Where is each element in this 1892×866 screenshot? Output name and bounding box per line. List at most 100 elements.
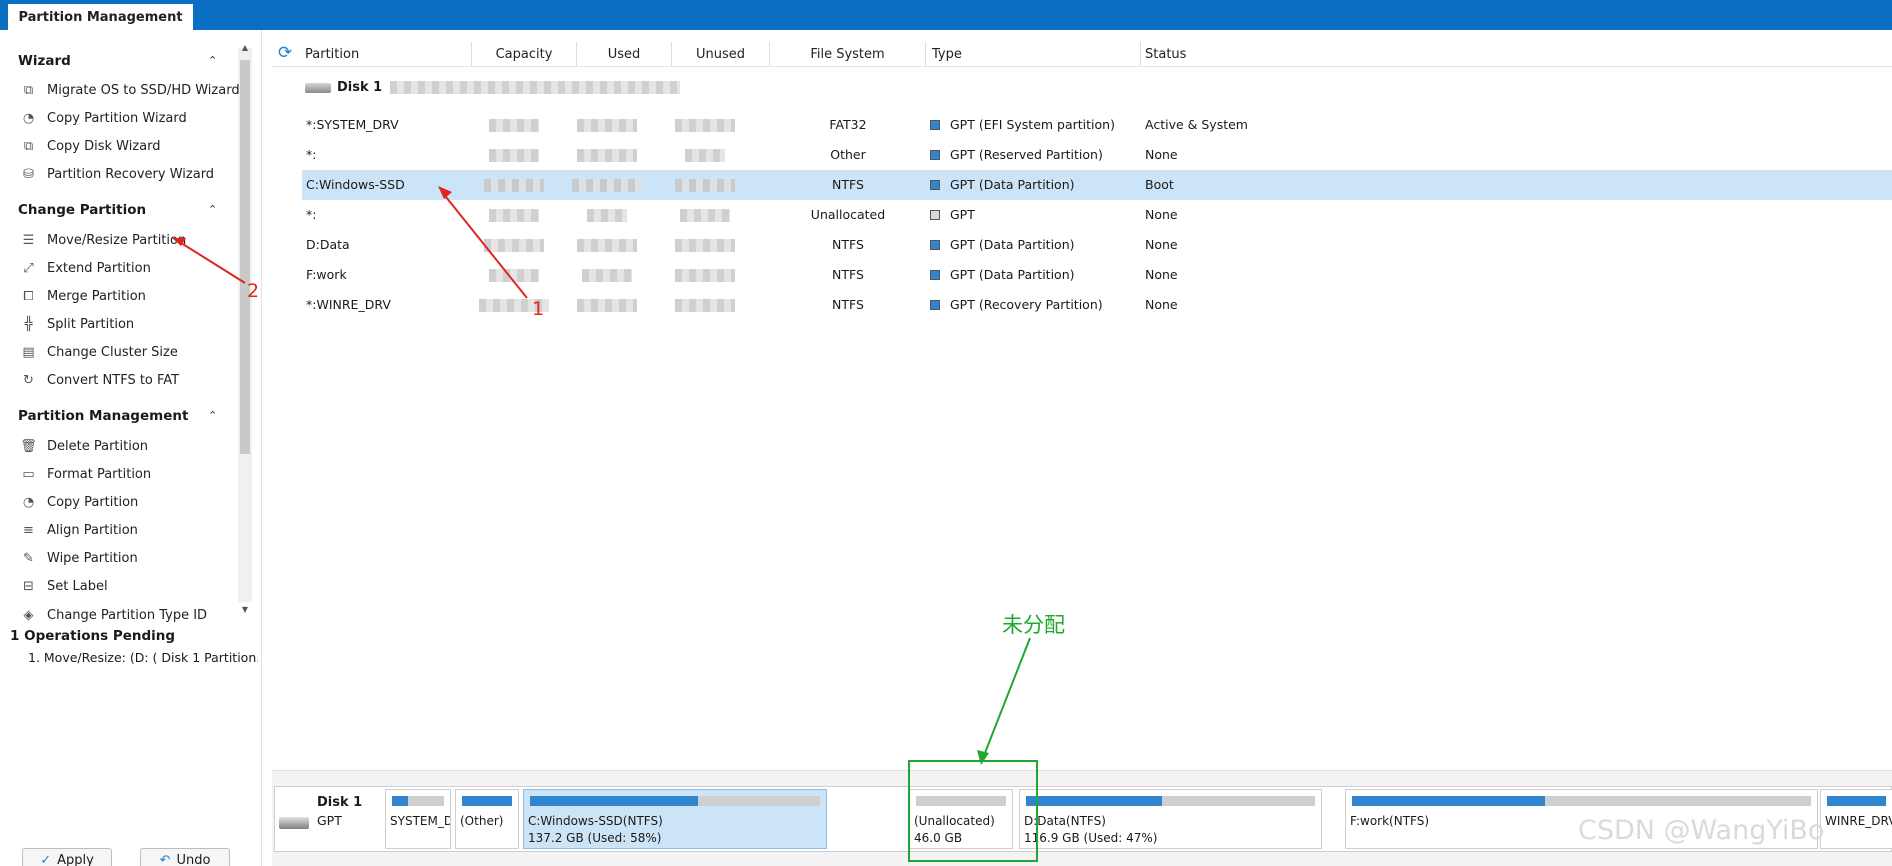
cell-type: GPT (Recovery Partition) xyxy=(930,290,1103,320)
table-row[interactable]: F:work NTFS GPT (Data Partition) None xyxy=(302,260,1892,290)
sidebar-item-copy-partition-wizard[interactable]: ◔ Copy Partition Wizard xyxy=(20,108,187,128)
column-capacity[interactable]: Capacity xyxy=(472,42,577,66)
sidebar-item-copy-partition[interactable]: ◔ Copy Partition xyxy=(20,492,138,512)
sidebar-item-convert-ntfs[interactable]: ↻ Convert NTFS to FAT xyxy=(20,370,179,390)
section-wizard-title: Wizard xyxy=(18,53,71,69)
cell-file-system: FAT32 xyxy=(829,117,867,132)
table-row[interactable]: *: Other GPT (Reserved Partition) None xyxy=(302,140,1892,170)
partition-color-icon xyxy=(930,120,940,130)
header-divider xyxy=(272,66,1892,67)
sidebar-item-extend[interactable]: ⤢ Extend Partition xyxy=(20,258,151,278)
copy-icon: ◔ xyxy=(22,494,35,510)
sidebar-item-migrate-os[interactable]: ⧉ Migrate OS to SSD/HD Wizard xyxy=(20,80,240,100)
sidebar-item-move-resize[interactable]: ☰ Move/Resize Partition xyxy=(20,230,187,250)
partition-size: 116.9 GB (Used: 47%) xyxy=(1024,831,1158,845)
disk-map-partition[interactable]: WINRE_DRV xyxy=(1820,789,1892,849)
sidebar-item-change-type-id[interactable]: ◈ Change Partition Type ID xyxy=(20,605,208,625)
column-file-system[interactable]: File System xyxy=(770,42,926,66)
column-type[interactable]: Type xyxy=(926,42,1141,66)
redacted-unused xyxy=(675,239,735,252)
sidebar-item-set-label[interactable]: ⊟ Set Label xyxy=(20,576,108,596)
redacted-unused xyxy=(675,179,735,192)
sidebar-item-copy-disk-wizard[interactable]: ⧉ Copy Disk Wizard xyxy=(20,136,161,156)
redacted-unused xyxy=(685,149,725,162)
scroll-down-icon[interactable]: ▼ xyxy=(238,604,252,616)
cell-type: GPT (EFI System partition) xyxy=(930,110,1115,140)
copy-disk-icon: ⧉ xyxy=(23,138,34,154)
column-unused[interactable]: Unused xyxy=(672,42,770,66)
usage-bar-fill xyxy=(1352,796,1545,806)
disk-group-row[interactable]: Disk 1 xyxy=(305,80,681,95)
redacted-used xyxy=(577,239,637,252)
title-bar xyxy=(0,0,1892,30)
unallocated-annotation: 未分配 xyxy=(1002,613,1065,637)
disk-map-partition[interactable]: C:Windows-SSD(NTFS) 137.2 GB (Used: 58%) xyxy=(523,789,827,849)
cell-status: None xyxy=(1145,147,1178,162)
redacted-used xyxy=(582,269,632,282)
cluster-icon: ▤ xyxy=(22,344,35,360)
undo-button[interactable]: ↶ Undo xyxy=(140,848,230,866)
column-partition[interactable]: Partition xyxy=(305,42,472,66)
redacted-used xyxy=(572,179,642,192)
table-row[interactable]: *: Unallocated GPT None xyxy=(302,200,1892,230)
unallocated-highlight-box xyxy=(908,760,1038,862)
sidebar-item-merge[interactable]: ⧠ Merge Partition xyxy=(20,286,146,306)
redacted-capacity xyxy=(489,149,539,162)
extend-icon: ⤢ xyxy=(23,260,34,276)
undo-icon: ↶ xyxy=(159,852,171,866)
partition-color-icon xyxy=(930,210,940,220)
usage-bar xyxy=(530,796,820,806)
partition-label: C:Windows-SSD(NTFS) xyxy=(528,814,663,828)
disk-map-partition[interactable]: D:Data(NTFS) 116.9 GB (Used: 47%) xyxy=(1019,789,1322,849)
cell-file-system: NTFS xyxy=(832,267,864,282)
disk-map-partition[interactable]: SYSTEM_DR xyxy=(385,789,451,849)
copy-partition-icon: ◔ xyxy=(22,110,35,126)
cell-file-system: NTFS xyxy=(832,177,864,192)
sidebar-item-delete[interactable]: 🗑 Delete Partition xyxy=(20,436,148,456)
sidebar-scroll-thumb[interactable] xyxy=(240,60,250,454)
redacted-capacity xyxy=(489,269,539,282)
watermark: CSDN @WangYiBo xyxy=(1578,815,1825,846)
partition-color-icon xyxy=(930,300,940,310)
sidebar-item-align[interactable]: ≡ Align Partition xyxy=(20,520,138,540)
scroll-up-icon[interactable]: ▲ xyxy=(238,42,252,54)
redacted-capacity xyxy=(489,119,539,132)
collapse-change-icon[interactable]: ⌃ xyxy=(208,203,217,216)
cell-file-system: Other xyxy=(830,147,866,162)
usage-bar-fill xyxy=(1026,796,1162,806)
cell-type: GPT (Data Partition) xyxy=(930,170,1075,200)
sidebar-item-cluster-size[interactable]: ▤ Change Cluster Size xyxy=(20,342,178,362)
cell-type: GPT (Data Partition) xyxy=(930,230,1075,260)
format-icon: ▭ xyxy=(22,466,35,482)
apply-button[interactable]: ✓ Apply xyxy=(22,848,112,866)
sidebar-item-wipe[interactable]: ✎ Wipe Partition xyxy=(20,548,138,568)
column-status[interactable]: Status xyxy=(1141,42,1892,66)
table-row[interactable]: C:Windows-SSD NTFS GPT (Data Partition) Boo… xyxy=(302,170,1892,200)
pending-operation-item[interactable]: 1. Move/Resize: (D: ( Disk 1 Partition..… xyxy=(28,650,258,665)
disk-map-partition[interactable]: (Other) xyxy=(455,789,519,849)
column-used[interactable]: Used xyxy=(577,42,672,66)
collapse-wizard-icon[interactable]: ⌃ xyxy=(208,54,217,67)
refresh-icon[interactable]: ⟳ xyxy=(278,44,296,62)
align-icon: ≡ xyxy=(23,522,34,538)
table-row[interactable]: *:SYSTEM_DRV FAT32 GPT (EFI System partiti… xyxy=(302,110,1892,140)
disk-icon xyxy=(305,82,331,93)
partition-color-icon xyxy=(930,180,940,190)
cell-type: GPT (Reserved Partition) xyxy=(930,140,1103,170)
annotation-1: 1 xyxy=(532,298,545,320)
partition-label: (Other) xyxy=(460,814,504,828)
disk-map-disk[interactable]: Disk 1 GPT xyxy=(275,787,383,851)
sidebar-item-split[interactable]: ╬ Split Partition xyxy=(20,314,135,334)
table-row[interactable]: D:Data NTFS GPT (Data Partition) None xyxy=(302,230,1892,260)
sidebar-item-partition-recovery[interactable]: ⛁ Partition Recovery Wizard xyxy=(20,164,214,184)
tab-partition-management[interactable]: Partition Management xyxy=(8,2,193,30)
cell-status: None xyxy=(1145,207,1178,222)
redacted-disk-model xyxy=(390,81,681,94)
partition-color-icon xyxy=(930,240,940,250)
usage-bar xyxy=(392,796,444,806)
redacted-used xyxy=(577,149,637,162)
collapse-manage-icon[interactable]: ⌃ xyxy=(208,409,217,422)
usage-bar-fill xyxy=(1827,796,1886,806)
cell-status: Active & System xyxy=(1145,117,1248,132)
sidebar-item-format[interactable]: ▭ Format Partition xyxy=(20,464,151,484)
